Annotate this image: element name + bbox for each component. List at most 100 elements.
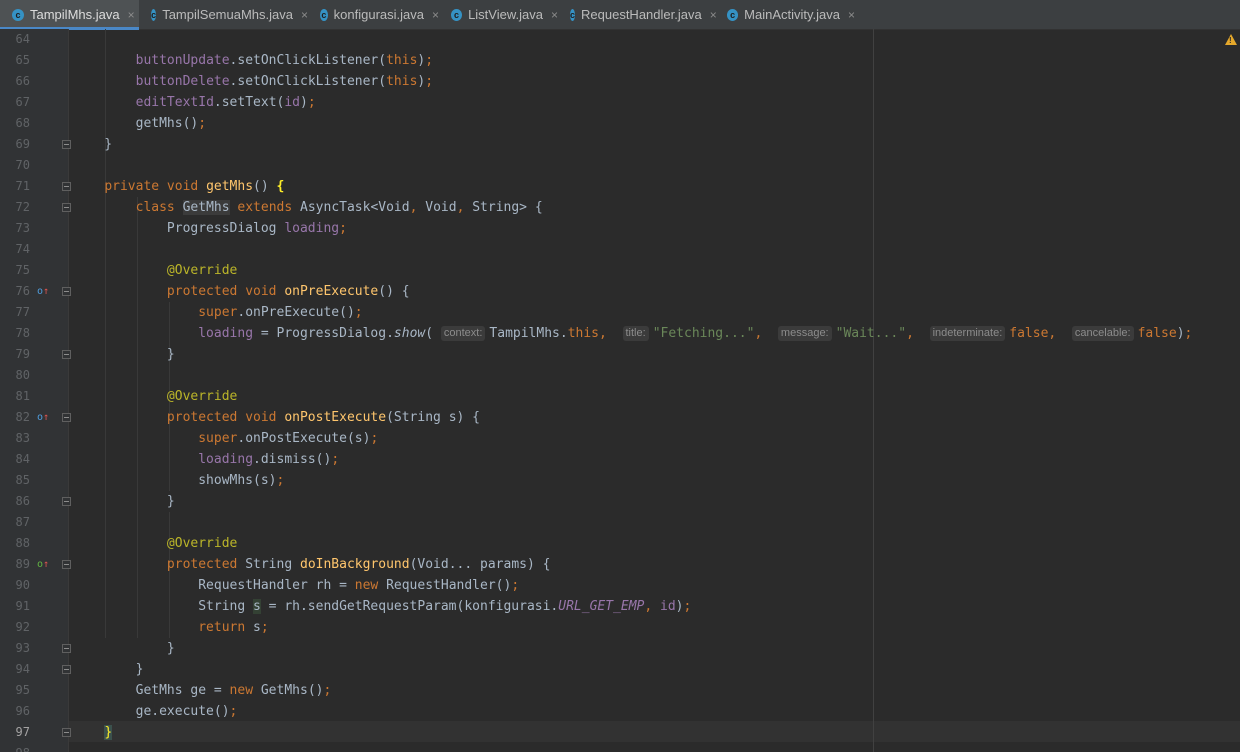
fold-marker-icon[interactable] (62, 287, 71, 296)
code-token: super (198, 305, 238, 320)
code-text: protected String doInBackground(Void... … (73, 554, 551, 575)
code-token: ; (198, 116, 207, 131)
code-token: , (906, 326, 922, 341)
parameter-hint: context: (440, 326, 486, 341)
fold-marker-icon[interactable] (62, 497, 71, 506)
code-line[interactable]: 80 (0, 365, 1240, 386)
code-line[interactable]: 72 class GetMhs extends AsyncTask<Void, … (0, 197, 1240, 218)
code-token: ) (1176, 326, 1185, 341)
code-line[interactable]: 91 String s = rh.sendGetRequestParam(kon… (0, 596, 1240, 617)
code-line[interactable]: 65 buttonUpdate.setOnClickListener(this)… (0, 50, 1240, 71)
code-line[interactable]: 84 loading.dismiss(); (0, 449, 1240, 470)
fold-marker-icon[interactable] (62, 203, 71, 212)
close-icon[interactable]: × (301, 8, 308, 22)
close-icon[interactable]: × (128, 8, 135, 22)
code-line[interactable]: 70 (0, 155, 1240, 176)
code-token: String (73, 599, 254, 614)
tab-listview-java[interactable]: c ListView.java × (439, 0, 558, 29)
line-number: 83 (15, 431, 30, 445)
code-line[interactable]: 82 protected void onPostExecute(String s… (0, 407, 1240, 428)
code-line[interactable]: 83 super.onPostExecute(s); (0, 428, 1240, 449)
code-line[interactable]: 96 ge.execute(); (0, 701, 1240, 722)
override-method-icon[interactable]: o↑ (37, 281, 49, 302)
fold-marker-icon[interactable] (62, 413, 71, 422)
line-number: 91 (15, 599, 30, 613)
tab-requesthandler-java[interactable]: c RequestHandler.java × (558, 0, 717, 29)
fold-marker-icon[interactable] (62, 665, 71, 674)
code-token: @Override (166, 389, 238, 404)
code-editor[interactable]: 64 65 buttonUpdate.setOnClickListener(thi… (0, 29, 1240, 752)
code-line[interactable]: 95 GetMhs ge = new GetMhs(); (0, 680, 1240, 701)
code-line[interactable]: 76 protected void onPreExecute() { (0, 281, 1240, 302)
code-token: loading (198, 326, 254, 341)
code-line[interactable]: 98 (0, 743, 1240, 752)
code-line[interactable]: 66 buttonDelete.setOnClickListener(this)… (0, 71, 1240, 92)
code-token: protected void (166, 410, 285, 425)
code-token: ; (370, 431, 379, 446)
code-line[interactable]: 64 (0, 29, 1240, 50)
code-line[interactable]: 71 private void getMhs() { (0, 176, 1240, 197)
code-line[interactable]: 89 protected String doInBackground(Void.… (0, 554, 1240, 575)
code-token: String> { (472, 200, 543, 215)
fold-marker-icon[interactable] (62, 350, 71, 359)
code-text: protected void onPreExecute() { (73, 281, 410, 302)
fold-marker-icon[interactable] (62, 644, 71, 653)
tab-konfigurasi-java[interactable]: c konfigurasi.java × (308, 0, 439, 29)
close-icon[interactable]: × (551, 8, 558, 22)
code-line[interactable]: 86 } (0, 491, 1240, 512)
code-token: ; (1184, 326, 1193, 341)
code-token: Void (425, 200, 457, 215)
code-line[interactable]: 75 @Override (0, 260, 1240, 281)
code-line[interactable]: 90 RequestHandler rh = new RequestHandle… (0, 575, 1240, 596)
code-line[interactable]: 67 editTextId.setText(id); (0, 92, 1240, 113)
fold-marker-icon[interactable] (62, 728, 71, 737)
override-method-icon[interactable]: o↑ (37, 554, 49, 575)
fold-marker-icon[interactable] (62, 560, 71, 569)
override-method-icon[interactable]: o↑ (37, 407, 49, 428)
fold-marker-icon[interactable] (62, 140, 71, 149)
code-line[interactable]: 74 (0, 239, 1240, 260)
tab-mainactivity-java[interactable]: c MainActivity.java × (715, 0, 855, 29)
code-token: showMhs(s) (73, 473, 277, 488)
code-line[interactable]: 93 } (0, 638, 1240, 659)
code-line[interactable]: 85 showMhs(s); (0, 470, 1240, 491)
code-text: } (73, 344, 175, 365)
code-token: .onPreExecute() (237, 305, 355, 320)
close-icon[interactable]: × (432, 8, 439, 22)
line-number: 76 (15, 284, 30, 298)
code-line[interactable]: 77 super.onPreExecute(); (0, 302, 1240, 323)
fold-marker-icon[interactable] (62, 182, 71, 191)
code-token: , (456, 200, 473, 215)
code-line[interactable]: 97 } (0, 722, 1240, 743)
code-token: "Wait..." (835, 326, 907, 341)
code-token: RequestHandler rh = (73, 578, 355, 593)
line-number: 75 (15, 263, 30, 277)
line-number: 69 (15, 137, 30, 151)
code-line[interactable]: 88 @Override (0, 533, 1240, 554)
line-number: 77 (15, 305, 30, 319)
code-line[interactable]: 87 (0, 512, 1240, 533)
line-number: 70 (15, 158, 30, 172)
code-line[interactable]: 81 @Override (0, 386, 1240, 407)
close-icon[interactable]: × (848, 8, 855, 22)
line-number: 95 (15, 683, 30, 697)
tab-tampilmhs-java[interactable]: c TampilMhs.java × (0, 0, 139, 30)
code-token: = ProgressDialog. (253, 326, 394, 341)
java-class-icon: c (320, 8, 328, 21)
code-text: } (73, 659, 144, 680)
code-line[interactable]: 68 getMhs(); (0, 113, 1240, 134)
code-line[interactable]: 78 loading = ProgressDialog.show( contex… (0, 323, 1240, 344)
code-line[interactable]: 92 return s; (0, 617, 1240, 638)
code-line[interactable]: 79 } (0, 344, 1240, 365)
code-line[interactable]: 73 ProgressDialog loading; (0, 218, 1240, 239)
tab-tampilsemuamhs-java[interactable]: c TampilSemuaMhs.java × (139, 0, 308, 29)
code-token: ; (339, 221, 347, 236)
java-class-icon: c (151, 8, 157, 21)
code-line[interactable]: 69 } (0, 134, 1240, 155)
code-text: String s = rh.sendGetRequestParam(konfig… (73, 596, 691, 617)
code-line[interactable]: 94 } (0, 659, 1240, 680)
line-number: 97 (15, 725, 30, 739)
